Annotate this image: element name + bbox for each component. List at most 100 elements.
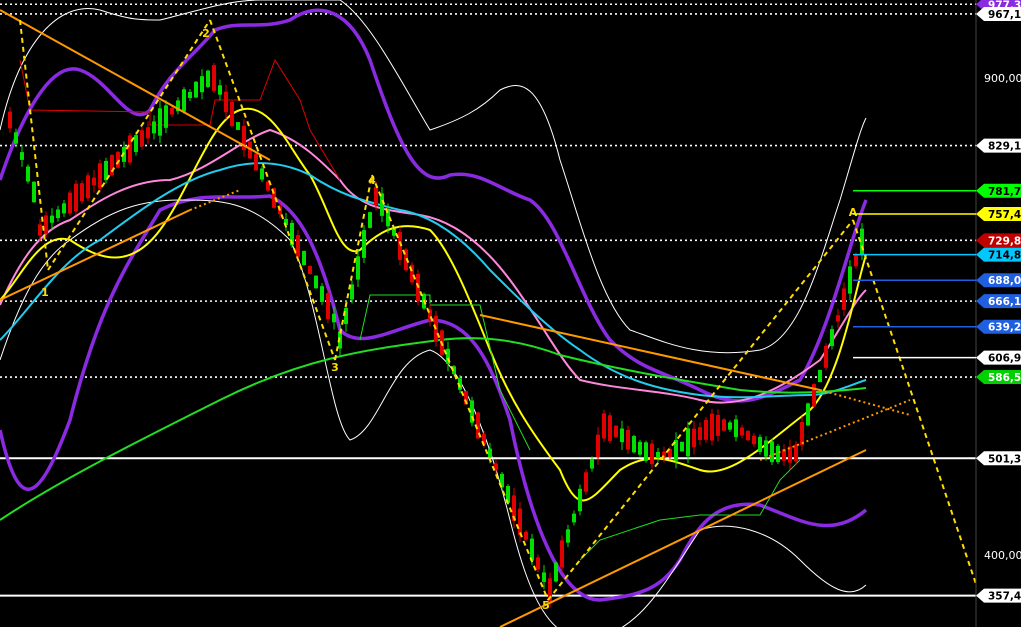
candle-body [230,101,234,127]
candle-body [308,266,312,274]
candle-body [698,427,702,440]
candle-body [764,440,768,457]
candle-body [854,255,858,267]
candle-body [824,345,828,368]
candle-body [584,472,588,492]
price-tag-label: 781,79 [988,186,1021,198]
candle-body [236,122,240,130]
candle-body [680,441,684,452]
wave-label-5: 5 [542,599,550,612]
candle-body [296,235,300,257]
candle-body [554,562,558,582]
candle-body [14,132,18,144]
wave-label-3: 3 [331,361,339,374]
price-tag-label: 714,81 [988,250,1021,262]
candle-body [704,419,708,440]
candle-body [608,415,612,441]
indicator-series [0,0,868,627]
candle-body [644,442,648,461]
candle-body [632,436,636,453]
candle-body [320,286,324,302]
candle-body [302,251,306,265]
ma-cyan [0,162,867,399]
candle-body [194,81,198,98]
candle-body [806,403,810,426]
candle-body [770,441,774,463]
candle-body [566,529,570,543]
level-tag-label: 357,47 [988,591,1021,603]
price-tag-label: 606,95 [988,353,1021,365]
candle-body [254,153,258,171]
candle-body [332,313,336,323]
candlesticks [8,63,864,608]
candle-body [224,91,228,113]
candle-body [542,572,546,582]
candle-body [740,427,744,436]
candle-body [776,445,780,463]
candle-body [602,413,606,439]
candle-body [44,215,48,234]
candle-body [212,65,216,91]
candle-body [374,186,378,206]
candle-body [200,76,204,93]
candle-body [812,383,816,407]
candle-body [560,540,564,568]
candle-body [50,215,54,223]
candle-body [572,513,576,523]
candle-body [800,422,804,446]
candle-body [356,256,360,280]
trend-line-3 [499,449,867,627]
stop-green [359,294,531,451]
candle-body [146,127,150,139]
level-tag-label: 967,1 [988,9,1021,21]
stop-red [19,58,341,181]
candle-body [38,224,42,236]
level-tag-label: 729,83 [988,235,1021,247]
candle-body [26,166,30,182]
candle-body [98,163,102,189]
candle-body [260,168,264,180]
level-tag-label: 586,54 [988,372,1021,384]
wave-label-1: 1 [41,286,49,299]
candle-body [32,181,36,203]
wave-labels: 1 2 3 4 5 A [41,27,858,612]
price-tag-label: 688,01 [988,275,1021,287]
candle-body [686,428,690,457]
candle-body [818,369,822,383]
candle-body [518,508,522,536]
candle-body [710,413,714,441]
price-tag-label: 757,40 [988,209,1021,221]
candle-body [86,175,90,199]
candle-body [836,315,840,322]
candle-body [620,428,624,443]
candle-body [74,183,78,212]
candle-body [830,329,834,347]
trend-line-13 [852,219,979,591]
candle-body [536,557,540,570]
candle-body [596,434,600,458]
level-tag-label: 501,35 [988,453,1021,465]
price-tag-label: 639,29 [988,322,1021,334]
candle-body [488,448,492,458]
bollinger-upper [0,8,868,403]
candle-body [326,293,330,319]
candle-body [152,121,156,134]
candle-body [68,192,72,214]
candle-body [188,91,192,99]
y-tick-label: 400,00 [984,549,1021,562]
candle-body [116,151,120,168]
candle-body [110,155,114,176]
candle-body [728,422,732,430]
candle-body [692,428,696,448]
candle-body [314,275,318,289]
candle-body [578,488,582,512]
candle-body [134,135,138,153]
candle-body [650,443,654,465]
candle-body [626,430,630,450]
trend-line-6 [819,389,911,416]
candle-body [362,230,366,258]
candle-body [614,425,618,438]
trend-line-9 [209,19,336,361]
candle-body [758,436,762,452]
candle-body [170,107,174,115]
